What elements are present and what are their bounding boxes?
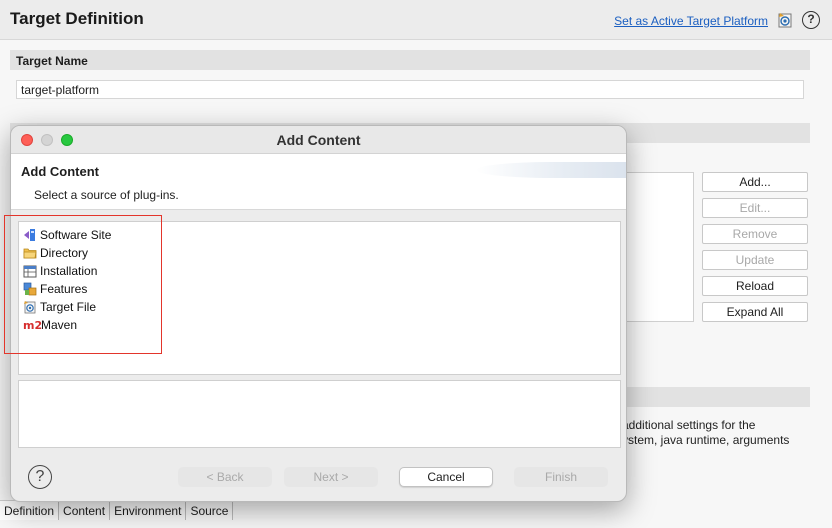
maven-badge: m2 bbox=[23, 318, 43, 332]
banner-description: Select a source of plug-ins. bbox=[34, 188, 179, 202]
reload-button[interactable]: Reload bbox=[702, 276, 808, 296]
list-item-label: Maven bbox=[41, 317, 78, 332]
banner-decoration bbox=[476, 162, 626, 178]
list-item-label: Target File bbox=[40, 299, 97, 314]
list-item-target-file[interactable]: Target File bbox=[23, 298, 96, 315]
list-item-installation[interactable]: Installation bbox=[23, 262, 97, 279]
list-item-label: Software Site bbox=[40, 227, 112, 242]
add-content-dialog: Add Content Add Content Select a source … bbox=[10, 125, 627, 502]
remove-button[interactable]: Remove bbox=[702, 224, 808, 244]
help-icon[interactable]: ? bbox=[802, 11, 820, 29]
target-file-icon bbox=[23, 300, 37, 314]
tab-definition[interactable]: Definition bbox=[0, 501, 60, 520]
dialog-titlebar: Add Content bbox=[11, 126, 626, 154]
list-item-directory[interactable]: Directory bbox=[23, 244, 88, 261]
folder-icon bbox=[23, 246, 37, 260]
environment-section-header bbox=[600, 387, 810, 407]
target-name-input[interactable]: target-platform bbox=[16, 80, 804, 99]
environment-description-line: ystem, java runtime, arguments bbox=[622, 433, 790, 447]
dialog-banner: Add Content Select a source of plug-ins. bbox=[11, 154, 626, 210]
edit-button[interactable]: Edit... bbox=[702, 198, 808, 218]
cancel-button[interactable]: Cancel bbox=[399, 467, 493, 487]
features-icon bbox=[23, 282, 37, 296]
back-button[interactable]: < Back bbox=[178, 467, 272, 487]
list-item-label: Directory bbox=[40, 245, 89, 260]
installation-icon bbox=[23, 264, 37, 278]
dialog-title: Add Content bbox=[276, 132, 361, 148]
list-item-software-site[interactable]: Software Site bbox=[23, 226, 111, 243]
add-button[interactable]: Add... bbox=[702, 172, 808, 192]
software-site-icon bbox=[23, 228, 37, 242]
update-button[interactable]: Update bbox=[702, 250, 808, 270]
list-item-label: Features bbox=[40, 281, 88, 296]
tab-source[interactable]: Source bbox=[186, 501, 234, 520]
dialog-footer: ? < Back Next > Cancel Finish bbox=[11, 451, 626, 501]
environment-description-line: additional settings for the bbox=[622, 418, 756, 432]
source-list[interactable]: Software Site Directory Installation Fea… bbox=[18, 221, 621, 375]
banner-title: Add Content bbox=[21, 164, 99, 179]
tab-content[interactable]: Content bbox=[59, 501, 111, 520]
finish-button[interactable]: Finish bbox=[514, 467, 608, 487]
list-item-label: Installation bbox=[40, 263, 98, 278]
environment-description: additional settings for the ystem, java … bbox=[622, 418, 822, 448]
help-icon[interactable]: ? bbox=[28, 465, 52, 489]
expand-all-button[interactable]: Expand All bbox=[702, 302, 808, 322]
target-name-section-header: Target Name bbox=[10, 50, 810, 70]
editor-tab-bar: Definition Content Environment Source bbox=[0, 500, 234, 520]
target-file-icon[interactable] bbox=[776, 11, 794, 29]
maven-m2-icon: m2 bbox=[23, 318, 42, 332]
editor-header: Target Definition Set as Active Target P… bbox=[0, 0, 832, 40]
next-button[interactable]: Next > bbox=[284, 467, 378, 487]
list-item-maven[interactable]: m2 Maven bbox=[23, 316, 77, 333]
list-item-features[interactable]: Features bbox=[23, 280, 87, 297]
tab-environment[interactable]: Environment bbox=[110, 501, 187, 520]
page-title: Target Definition bbox=[10, 9, 144, 28]
source-description-area bbox=[18, 380, 621, 448]
set-active-target-link[interactable]: Set as Active Target Platform bbox=[614, 14, 768, 28]
